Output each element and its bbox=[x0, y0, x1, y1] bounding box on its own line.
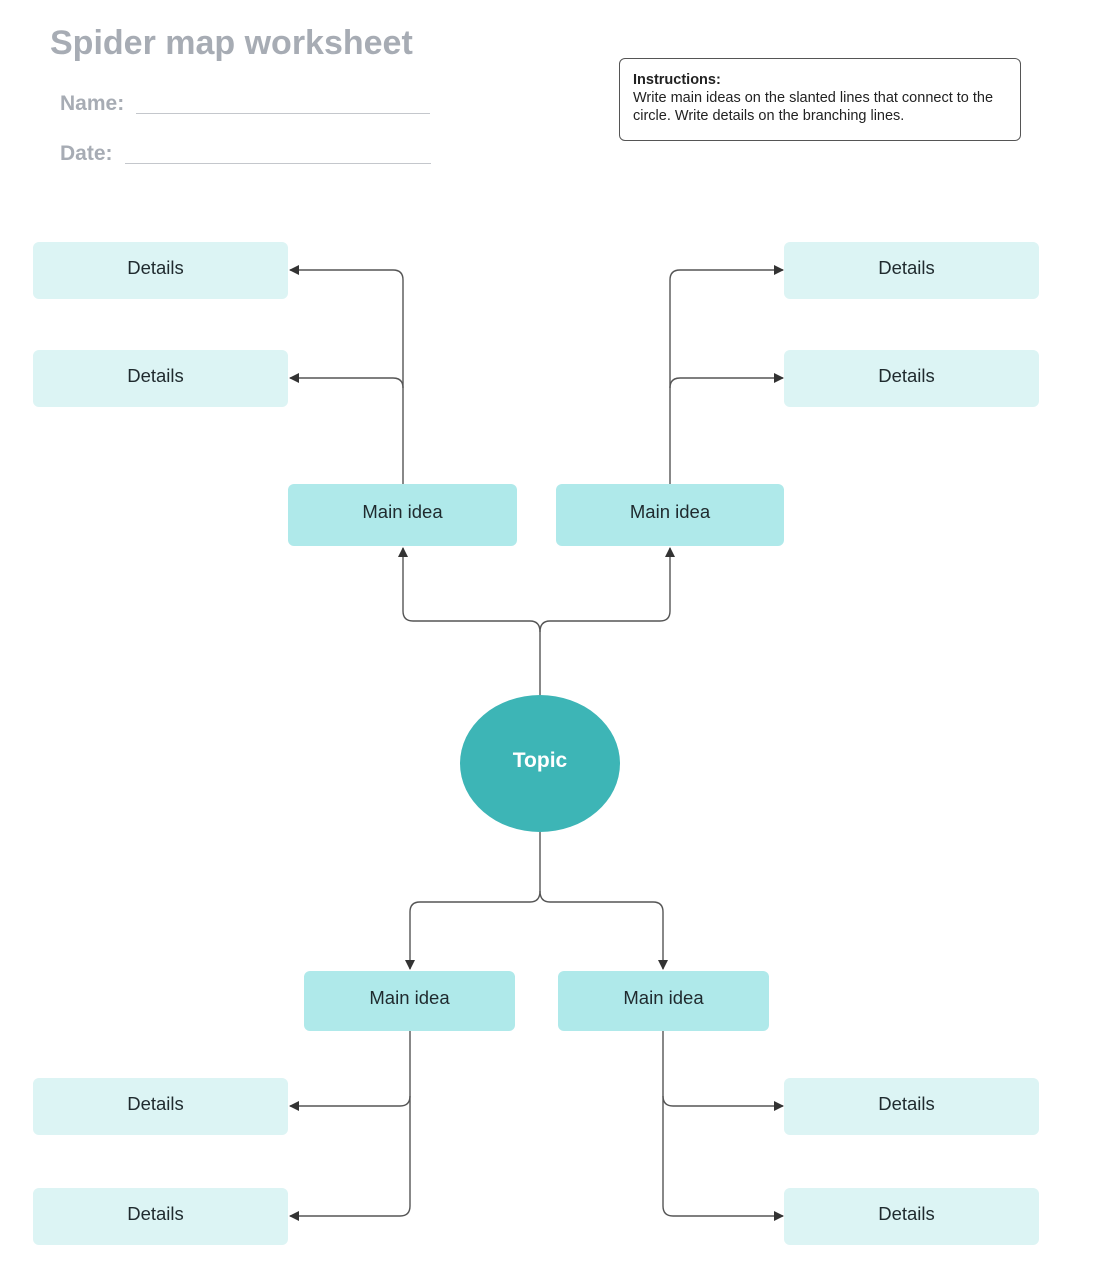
details-label: Details bbox=[127, 1202, 184, 1224]
details-box[interactable]: Details bbox=[33, 350, 288, 407]
details-label: Details bbox=[878, 364, 935, 386]
main-idea-label: Main idea bbox=[623, 987, 704, 1008]
main-idea-box[interactable]: Main idea bbox=[304, 971, 515, 1031]
details-box[interactable]: Details bbox=[784, 1078, 1039, 1135]
main-idea-box[interactable]: Main idea bbox=[288, 484, 517, 546]
connector-main-4-to-detail-2 bbox=[662, 1096, 784, 1221]
details-label: Details bbox=[127, 1092, 184, 1114]
connector-main-2-to-detail-1 bbox=[669, 265, 784, 484]
main-idea-label: Main idea bbox=[362, 501, 443, 522]
connector-main-1-to-detail-1 bbox=[289, 265, 404, 484]
main-idea-box[interactable]: Main idea bbox=[558, 971, 769, 1031]
details-label: Details bbox=[878, 1202, 935, 1224]
connector-topic-to-main-4 bbox=[539, 890, 668, 970]
connector-main-3-to-detail-2 bbox=[289, 1096, 411, 1221]
details-box[interactable]: Details bbox=[33, 1078, 288, 1135]
details-box[interactable]: Details bbox=[33, 242, 288, 299]
topic-circle[interactable]: Topic bbox=[460, 695, 620, 832]
connector-topic-to-main-2 bbox=[539, 547, 675, 633]
details-box[interactable]: Details bbox=[33, 1188, 288, 1245]
details-label: Details bbox=[127, 256, 184, 278]
connector-main-4-to-detail-1 bbox=[662, 1031, 784, 1111]
main-idea-label: Main idea bbox=[369, 987, 450, 1008]
details-box[interactable]: Details bbox=[784, 1188, 1039, 1245]
details-label: Details bbox=[878, 256, 935, 278]
topic-label: Topic bbox=[512, 748, 568, 772]
details-box[interactable]: Details bbox=[784, 350, 1039, 407]
main-idea-label: Main idea bbox=[629, 501, 711, 522]
details-label: Details bbox=[127, 364, 184, 386]
connector-topic-to-main-3 bbox=[405, 832, 541, 970]
connector-main-1-to-detail-2 bbox=[289, 373, 404, 389]
details-box[interactable]: Details bbox=[784, 242, 1039, 299]
connector-main-2-to-detail-2 bbox=[669, 373, 784, 389]
connector-topic-to-main-1 bbox=[398, 547, 541, 695]
main-idea-box[interactable]: Main idea bbox=[556, 484, 784, 546]
connector-main-3-to-detail-1 bbox=[289, 1031, 411, 1111]
details-label: Details bbox=[878, 1092, 935, 1114]
